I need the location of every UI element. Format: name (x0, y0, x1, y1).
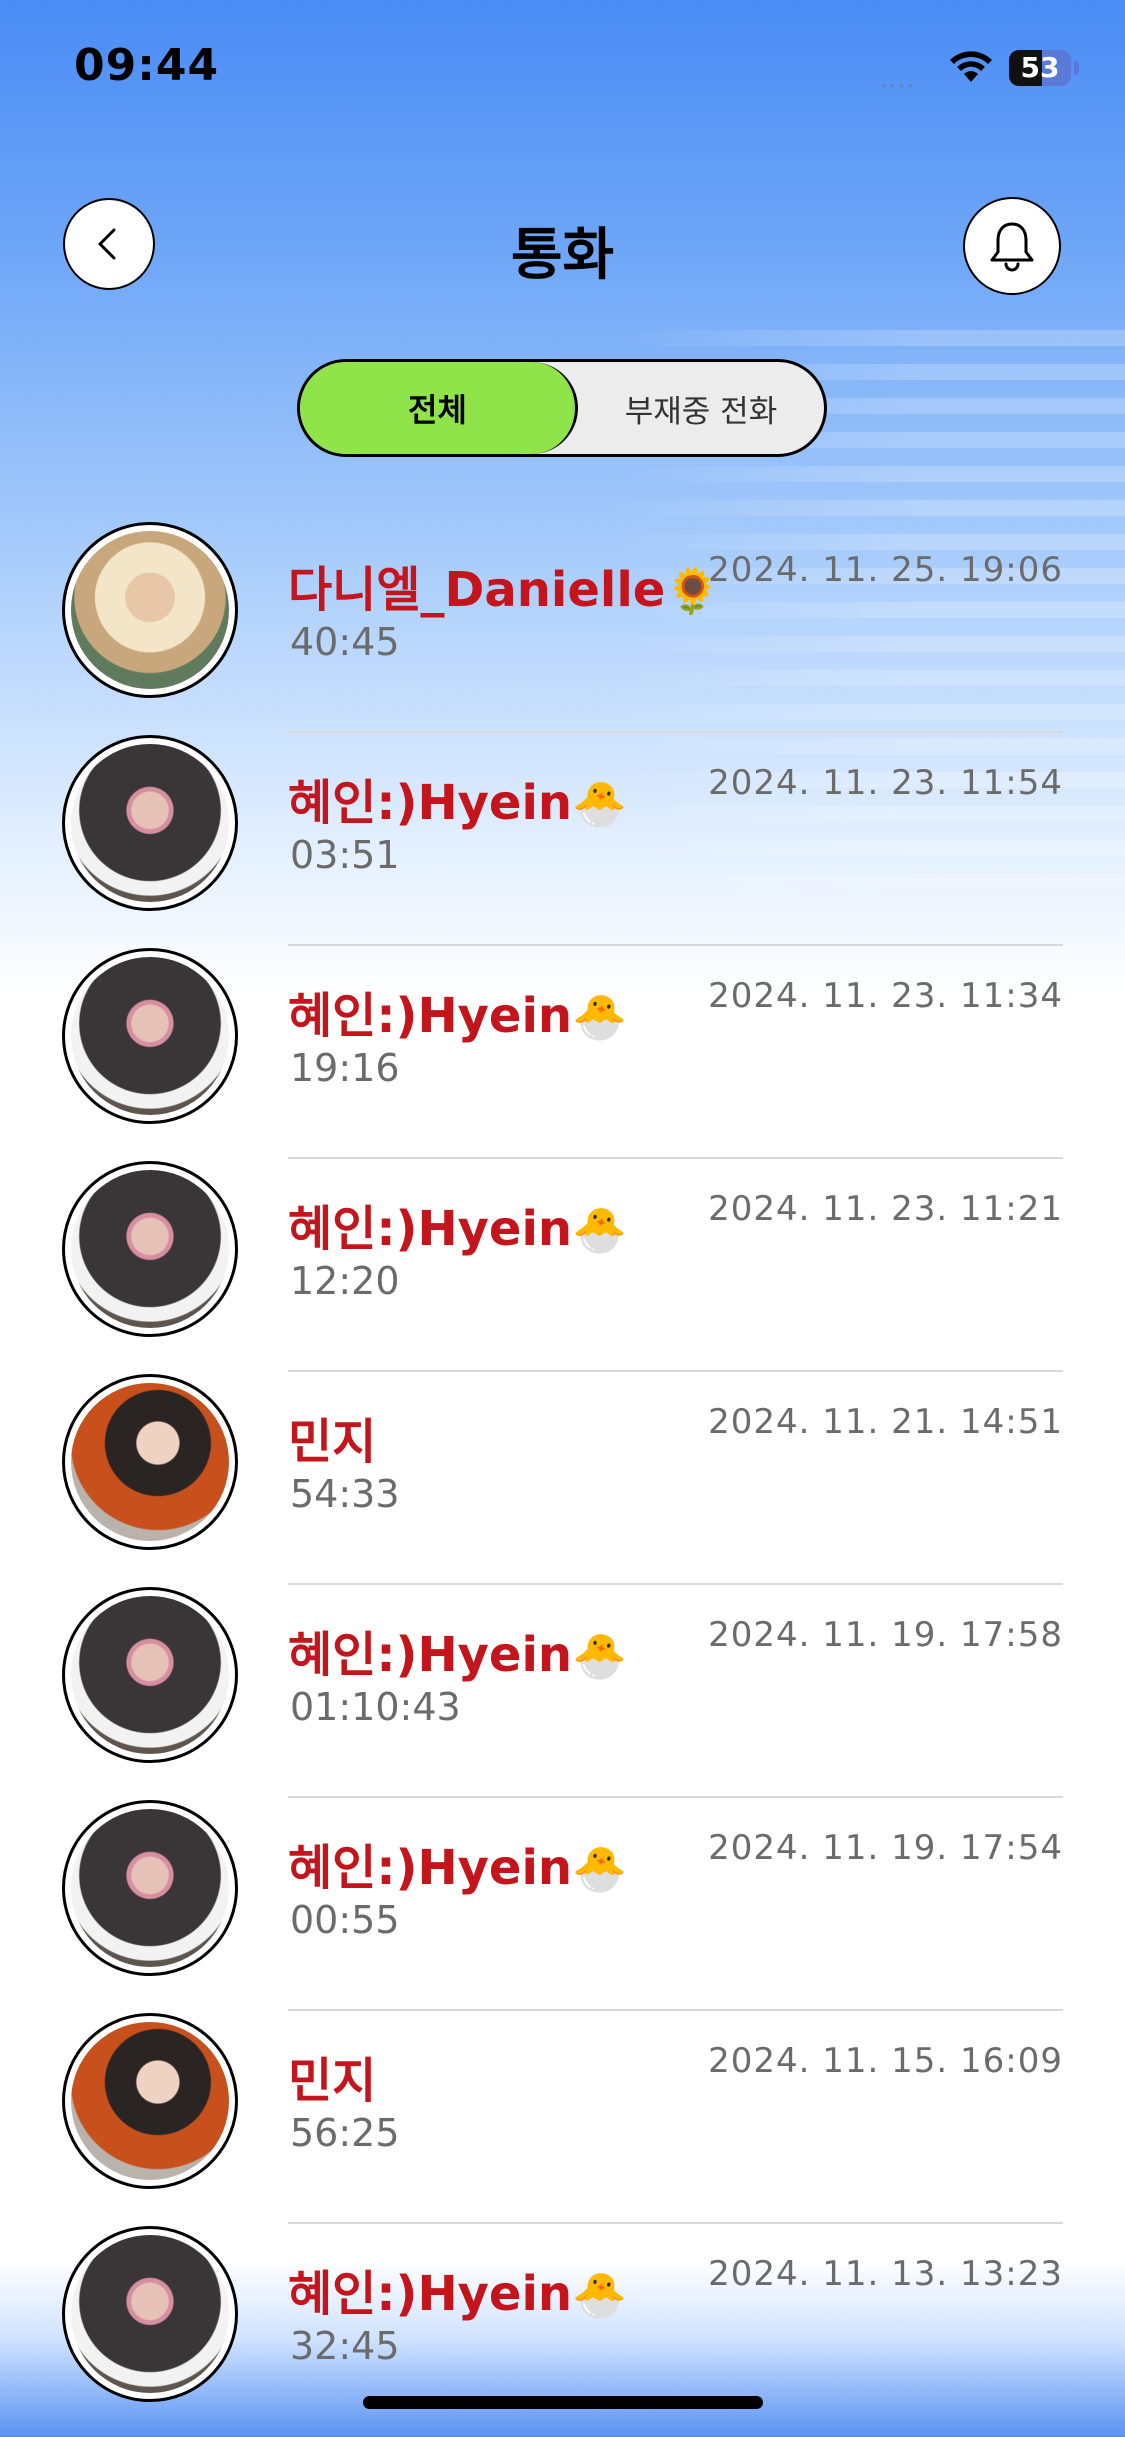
call-duration: 12:20 (290, 1259, 400, 1303)
battery-cap (1074, 61, 1079, 75)
contact-name: 혜인:)Hyein🐣 (288, 2254, 627, 2324)
avatar-photo (71, 1383, 229, 1541)
cellular-signal-icon: .... (880, 68, 916, 93)
call-date: 2024. 11. 23. 11:21 (708, 1189, 1063, 1229)
avatar-photo (71, 1596, 229, 1754)
avatar[interactable] (62, 1374, 238, 1550)
contact-name-text: 혜인:)Hyein (288, 1627, 573, 1683)
contact-name-text: 혜인:)Hyein (288, 1201, 573, 1257)
call-list-item[interactable]: 민지 54:33 2024. 11. 21. 14:51 (0, 1372, 1125, 1585)
avatar-photo (71, 957, 229, 1115)
contact-name-text: 혜인:)Hyein (288, 988, 573, 1044)
call-date: 2024. 11. 25. 19:06 (708, 550, 1063, 590)
call-list-item[interactable]: 혜인:)Hyein🐣 01:10:43 2024. 11. 19. 17:58 (0, 1585, 1125, 1798)
avatar-photo (71, 744, 229, 902)
contact-emoji: 🐣 (572, 1205, 627, 1256)
home-indicator (363, 2396, 763, 2409)
contact-name-text: 다니엘_Danielle (288, 562, 666, 618)
avatar[interactable] (62, 2226, 238, 2402)
avatar[interactable] (62, 1587, 238, 1763)
avatar[interactable] (62, 735, 238, 911)
contact-name-text: 민지 (288, 2053, 377, 2109)
call-date: 2024. 11. 19. 17:58 (708, 1615, 1063, 1655)
avatar-photo (71, 1809, 229, 1967)
contact-emoji: 🐣 (572, 1844, 627, 1895)
avatar-photo (71, 531, 229, 689)
wifi-icon (950, 51, 992, 82)
contact-name: 혜인:)Hyein🐣 (288, 976, 627, 1046)
bell-icon (990, 222, 1034, 272)
contact-name: 민지 (288, 2041, 376, 2111)
call-list: 다니엘_Danielle🌻 40:45 2024. 11. 25. 19:06 혜인:… (0, 520, 1125, 2437)
contact-name: 혜인:)Hyein🐣 (288, 1828, 627, 1898)
contact-name-text: 혜인:)Hyein (288, 775, 573, 831)
call-list-item[interactable]: 혜인:)Hyein🐣 00:55 2024. 11. 19. 17:54 (0, 1798, 1125, 2011)
status-time: 09:44 (74, 40, 220, 91)
avatar[interactable] (62, 2013, 238, 2189)
call-date: 2024. 11. 21. 14:51 (708, 1402, 1063, 1442)
battery-icon: 53 (1009, 50, 1071, 86)
contact-name: 혜인:)Hyein🐣 (288, 763, 627, 833)
call-list-item[interactable]: 혜인:)Hyein🐣 12:20 2024. 11. 23. 11:21 (0, 1159, 1125, 1372)
call-filter-segmented-control: 전체 부재중 전화 (297, 359, 827, 457)
contact-name-text: 혜인:)Hyein (288, 2266, 573, 2322)
contact-emoji: 🐣 (572, 1631, 627, 1682)
contact-name-text: 혜인:)Hyein (288, 1840, 573, 1896)
battery-percent: 53 (1020, 51, 1060, 84)
avatar-photo (71, 1170, 229, 1328)
call-duration: 01:10:43 (290, 1685, 461, 1729)
avatar[interactable] (62, 1161, 238, 1337)
tab-all[interactable]: 전체 (300, 362, 578, 454)
call-date: 2024. 11. 19. 17:54 (708, 1828, 1063, 1868)
call-duration: 56:25 (290, 2111, 400, 2155)
call-duration: 19:16 (290, 1046, 400, 1090)
call-duration: 40:45 (290, 620, 400, 664)
avatar[interactable] (62, 948, 238, 1124)
call-list-item[interactable]: 민지 56:25 2024. 11. 15. 16:09 (0, 2011, 1125, 2224)
avatar[interactable] (62, 522, 238, 698)
avatar[interactable] (62, 1800, 238, 1976)
call-duration: 54:33 (290, 1472, 400, 1516)
status-bar: 09:44 .... 53 (0, 0, 1125, 140)
call-duration: 32:45 (290, 2324, 400, 2368)
contact-emoji: 🐣 (572, 992, 627, 1043)
call-date: 2024. 11. 15. 16:09 (708, 2041, 1063, 2081)
call-list-item[interactable]: 혜인:)Hyein🐣 03:51 2024. 11. 23. 11:54 (0, 733, 1125, 946)
avatar-photo (71, 2022, 229, 2180)
call-date: 2024. 11. 23. 11:34 (708, 976, 1063, 1016)
call-list-item[interactable]: 혜인:)Hyein🐣 19:16 2024. 11. 23. 11:34 (0, 946, 1125, 1159)
contact-name: 민지 (288, 1402, 376, 1472)
contact-name-text: 민지 (288, 1414, 377, 1470)
call-duration: 03:51 (290, 833, 400, 877)
contact-emoji: 🐣 (572, 2270, 627, 2321)
call-list-item[interactable]: 다니엘_Danielle🌻 40:45 2024. 11. 25. 19:06 (0, 520, 1125, 733)
contact-name: 혜인:)Hyein🐣 (288, 1615, 627, 1685)
call-date: 2024. 11. 23. 11:54 (708, 763, 1063, 803)
call-duration: 00:55 (290, 1898, 400, 1942)
contact-name: 혜인:)Hyein🐣 (288, 1189, 627, 1259)
call-date: 2024. 11. 13. 13:23 (708, 2254, 1063, 2294)
notification-button[interactable] (963, 197, 1061, 295)
tab-missed-calls[interactable]: 부재중 전화 (578, 362, 824, 454)
contact-emoji: 🐣 (572, 779, 627, 830)
contact-name: 다니엘_Danielle🌻 (288, 550, 720, 620)
avatar-photo (71, 2235, 229, 2393)
page-title: 통화 (510, 223, 615, 288)
